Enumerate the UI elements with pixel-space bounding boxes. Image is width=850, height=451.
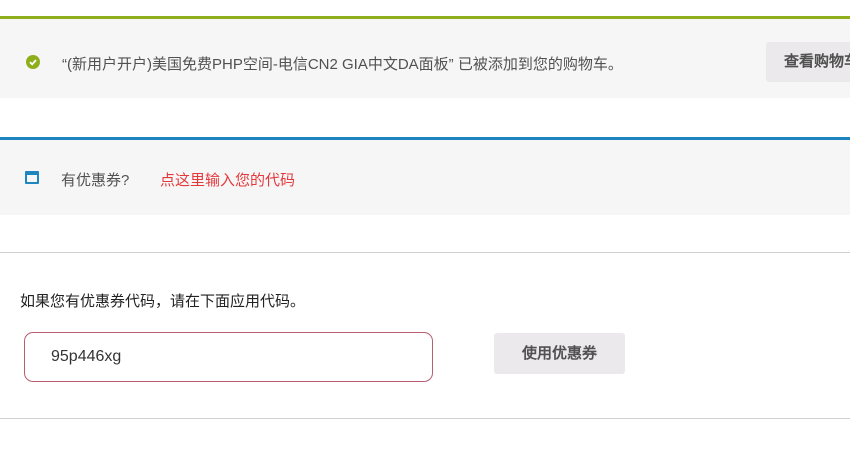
view-cart-button[interactable]: 查看购物车 <box>766 42 850 82</box>
coupon-form: 如果您有优惠券代码，请在下面应用代码。 使用优惠券 <box>0 252 850 419</box>
cart-added-notice: “(新用户开户)美国免费PHP空间-电信CN2 GIA中文DA面板” 已被添加到… <box>0 16 850 98</box>
coupon-code-input[interactable] <box>24 332 433 382</box>
show-coupon-link[interactable]: 点这里输入您的代码 <box>160 169 295 190</box>
apply-coupon-button[interactable]: 使用优惠券 <box>494 333 625 374</box>
notice-message: “(新用户开户)美国免费PHP空间-电信CN2 GIA中文DA面板” 已被添加到… <box>62 56 623 73</box>
coupon-toggle-notice: 有优惠券? 点这里输入您的代码 <box>0 137 850 215</box>
coupon-description: 如果您有优惠券代码，请在下面应用代码。 <box>20 293 306 310</box>
window-icon <box>25 171 39 184</box>
check-circle-icon <box>26 55 40 69</box>
coupon-question: 有优惠券? <box>61 172 130 189</box>
